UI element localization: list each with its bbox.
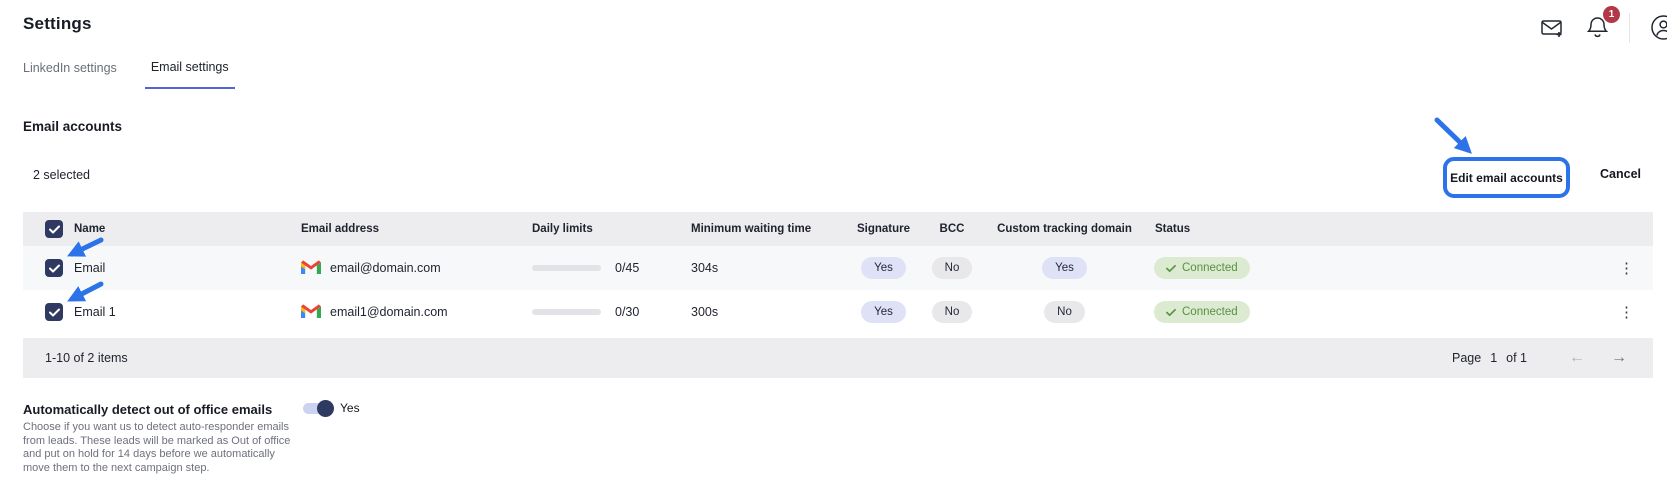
- arrow-left-icon[interactable]: ←: [1565, 349, 1589, 367]
- row-checkbox[interactable]: [45, 303, 63, 321]
- out-of-office-description: Choose if you want us to detect auto-res…: [23, 421, 358, 476]
- status-badge: Connected: [1146, 257, 1613, 279]
- row-checkbox-cell: [23, 303, 74, 321]
- col-header-daily-limits: Daily limits: [532, 223, 691, 235]
- user-avatar-icon[interactable]: [1648, 12, 1667, 43]
- row-menu-cell: ⋮: [1613, 301, 1653, 324]
- email-address: email1@domain.com: [330, 305, 448, 319]
- account-email: email@domain.com: [301, 259, 532, 277]
- topbar-actions: 1: [1538, 12, 1667, 43]
- selected-count: 2 selected: [33, 168, 90, 182]
- tab-email-settings[interactable]: Email settings: [145, 60, 235, 89]
- section-title: Email accounts: [23, 119, 122, 134]
- daily-limit-progress-bar: [532, 309, 601, 315]
- settings-tabs: LinkedIn settings Email settings: [17, 60, 235, 89]
- out-of-office-title: Automatically detect out of office email…: [23, 402, 272, 417]
- col-header-status: Status: [1146, 223, 1613, 235]
- pagination-of-label: of 1: [1506, 351, 1527, 365]
- bcc-badge: No: [932, 257, 973, 279]
- email-accounts-table: Name Email address Daily limits Minimum …: [23, 212, 1653, 378]
- col-header-name: Name: [74, 223, 301, 235]
- status-badge: Connected: [1146, 301, 1613, 323]
- pagination-range: 1-10 of 2 items: [45, 351, 128, 365]
- gmail-icon: [301, 303, 321, 321]
- account-email: email1@domain.com: [301, 303, 532, 321]
- table-row: Email email@domain.com 0/45 304s Yes No Yes Con…: [23, 246, 1653, 290]
- daily-limit-value: 0/30: [615, 305, 639, 319]
- gmail-icon: [301, 259, 321, 277]
- col-header-bcc: BCC: [940, 223, 965, 235]
- edit-button-highlight: Edit email accounts: [1443, 157, 1570, 198]
- signature-badge: Yes: [861, 257, 906, 279]
- cancel-button[interactable]: Cancel: [1600, 167, 1641, 181]
- col-header-tracking: Custom tracking domain: [997, 223, 1132, 235]
- arrow-to-edit-button: [1437, 120, 1468, 150]
- bell-icon[interactable]: 1: [1584, 13, 1611, 42]
- pagination-bar: 1-10 of 2 items Page 1 of 1 ← →: [23, 338, 1653, 378]
- table-header-row: Name Email address Daily limits Minimum …: [23, 212, 1653, 246]
- row-checkbox-cell: [23, 259, 74, 277]
- select-all-checkbox[interactable]: [45, 220, 63, 238]
- daily-limit-value: 0/45: [615, 261, 639, 275]
- pagination-page-number: 1: [1490, 351, 1497, 365]
- page-title: Settings: [23, 14, 92, 34]
- row-menu-cell: ⋮: [1613, 257, 1653, 280]
- toggle-value-label: Yes: [340, 401, 360, 415]
- account-name: Email 1: [74, 305, 301, 319]
- min-waiting-time: 300s: [691, 305, 846, 319]
- bcc-badge: No: [932, 301, 973, 323]
- tracking-domain-badge: Yes: [1042, 257, 1087, 279]
- kebab-menu-icon[interactable]: ⋮: [1613, 257, 1640, 280]
- arrow-right-icon[interactable]: →: [1607, 349, 1631, 367]
- toggle-knob: [317, 400, 334, 417]
- mail-add-icon[interactable]: [1538, 15, 1566, 41]
- account-name: Email: [74, 261, 301, 275]
- topbar-divider: [1629, 13, 1630, 43]
- out-of-office-toggle[interactable]: [303, 403, 332, 414]
- kebab-menu-icon[interactable]: ⋮: [1613, 301, 1640, 324]
- daily-limit-progress-bar: [532, 265, 601, 271]
- row-checkbox[interactable]: [45, 259, 63, 277]
- min-waiting-time: 304s: [691, 261, 846, 275]
- tab-linkedin-settings[interactable]: LinkedIn settings: [17, 60, 123, 89]
- col-header-signature: Signature: [857, 223, 910, 235]
- table-row: Email 1 email1@domain.com 0/30 300s Yes No No C…: [23, 290, 1653, 334]
- col-header-min-waiting: Minimum waiting time: [691, 223, 846, 235]
- daily-limit-cell: 0/30: [532, 305, 691, 319]
- col-header-email: Email address: [301, 223, 532, 235]
- pagination-page-label: Page: [1452, 351, 1481, 365]
- signature-badge: Yes: [861, 301, 906, 323]
- edit-email-accounts-button[interactable]: Edit email accounts: [1448, 162, 1565, 193]
- daily-limit-cell: 0/45: [532, 261, 691, 275]
- tracking-domain-badge: No: [1044, 301, 1085, 323]
- email-address: email@domain.com: [330, 261, 441, 275]
- notification-badge: 1: [1603, 6, 1620, 23]
